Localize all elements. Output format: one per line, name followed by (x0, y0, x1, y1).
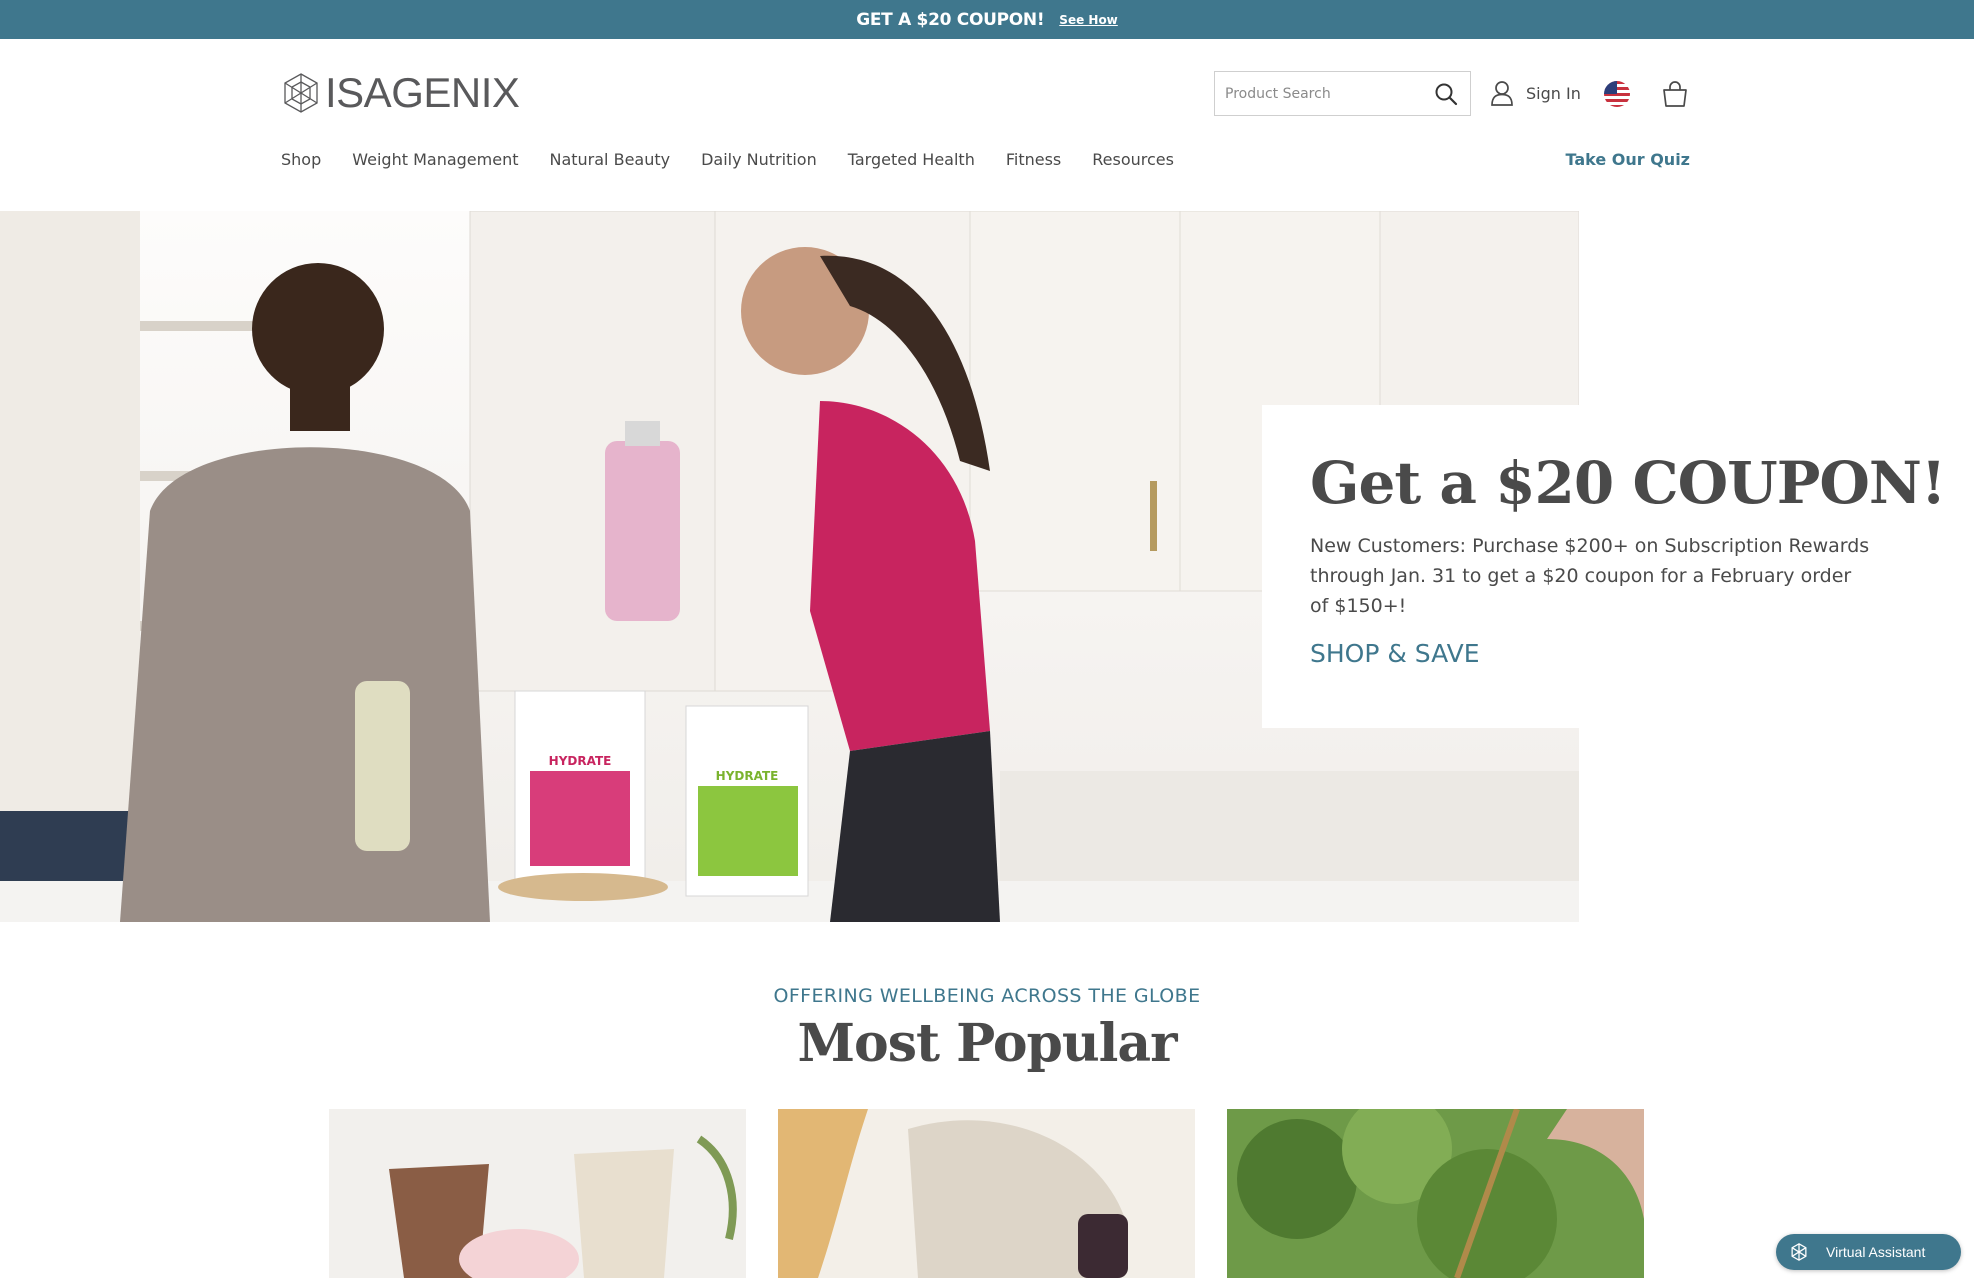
nav-natural-beauty[interactable]: Natural Beauty (549, 150, 670, 169)
product-card-shakes[interactable] (329, 1109, 746, 1278)
hydrate-packet-label-2: HYDRATE (716, 769, 779, 783)
promo-bar: GET A $20 COUPON! See How (0, 0, 1974, 39)
nav-daily-nutrition[interactable]: Daily Nutrition (701, 150, 817, 169)
promo-text: GET A $20 COUPON! (856, 9, 1045, 30)
take-quiz-link[interactable]: Take Our Quiz (1565, 150, 1690, 169)
hydrate-packet-label: HYDRATE (549, 754, 612, 768)
logo-wordmark: ISAGENIX (325, 69, 520, 116)
greens-image (1227, 1109, 1644, 1278)
user-icon (1491, 81, 1513, 106)
beauty-image (778, 1109, 1195, 1278)
nav-weight-management[interactable]: Weight Management (352, 150, 518, 169)
most-popular-title: Most Popular (797, 1013, 1177, 1074)
nav-targeted-health[interactable]: Targeted Health (848, 150, 975, 169)
product-search (1214, 71, 1471, 116)
isagenix-logo[interactable]: ISAGENIX (281, 69, 520, 116)
see-how-link[interactable]: See How (1059, 13, 1117, 27)
nav-fitness[interactable]: Fitness (1006, 150, 1061, 169)
search-input[interactable] (1225, 85, 1432, 102)
section-kicker: OFFERING WELLBEING ACROSS THE GLOBE (773, 985, 1201, 1007)
shop-and-save-link[interactable]: SHOP & SAVE (1310, 639, 1480, 668)
us-flag-icon[interactable] (1604, 81, 1630, 107)
virtual-assistant-label: Virtual Assistant (1826, 1244, 1926, 1260)
promo-title: Get a $20 COUPON! (1310, 449, 1946, 517)
isagenix-mark-icon (284, 73, 318, 113)
nav-resources[interactable]: Resources (1092, 150, 1174, 169)
sign-in-label: Sign In (1526, 83, 1581, 103)
promo-card: Get a $20 COUPON! New Customers: Purchas… (1262, 405, 1974, 728)
promo-body: New Customers: Purchase $200+ on Subscri… (1310, 534, 1870, 617)
sign-in-button[interactable]: Sign In (1490, 80, 1581, 106)
shopping-bag-icon[interactable] (1662, 80, 1688, 112)
main-nav: Shop Weight Management Natural Beauty Da… (281, 150, 1174, 169)
nav-shop[interactable]: Shop (281, 150, 321, 169)
product-card-greens[interactable] (1227, 1109, 1644, 1278)
product-card-beauty[interactable] (778, 1109, 1195, 1278)
assistant-logo-icon (1791, 1243, 1807, 1261)
shakes-image (329, 1109, 746, 1278)
virtual-assistant-button[interactable]: Virtual Assistant (1776, 1234, 1961, 1270)
search-icon[interactable] (1432, 80, 1460, 108)
